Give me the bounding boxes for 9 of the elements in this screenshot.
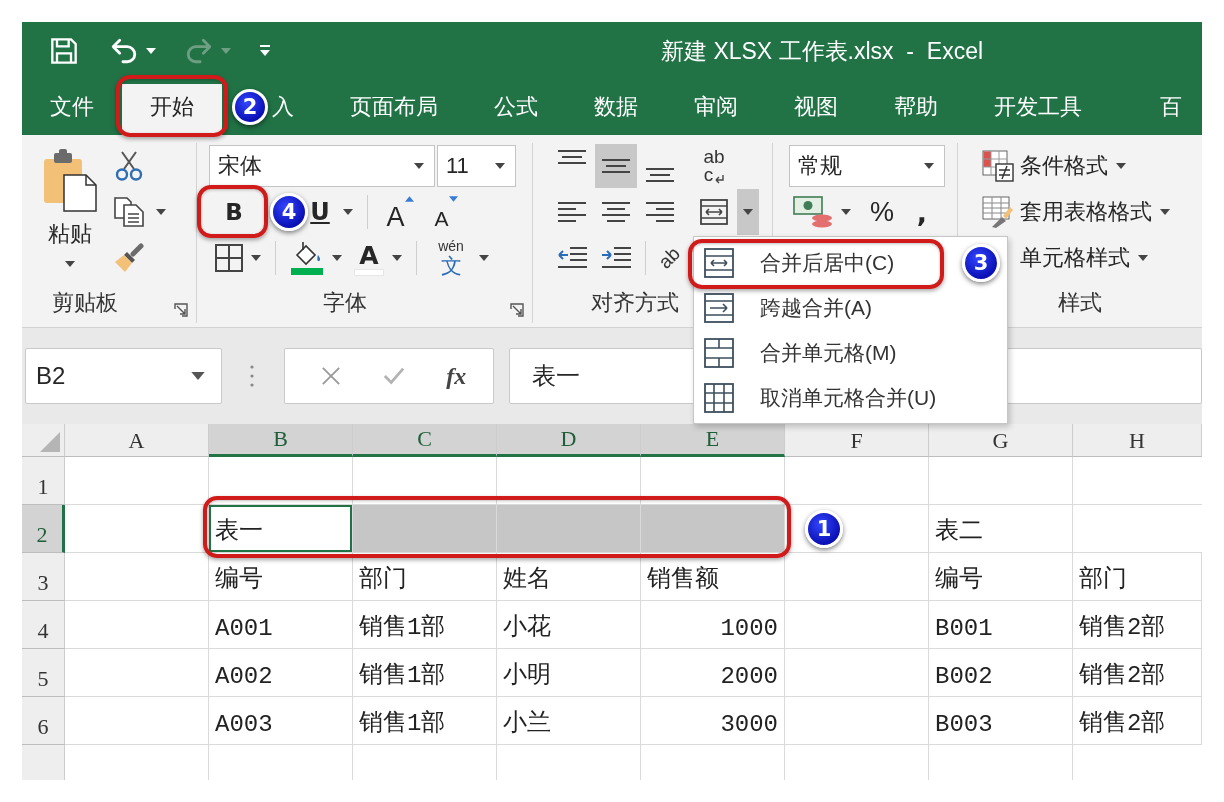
group-label: 样式 bbox=[1058, 289, 1102, 317]
group-label: 字体 bbox=[322, 289, 367, 317]
step-badge: 3 bbox=[962, 244, 1000, 282]
step-badge: 4 bbox=[270, 193, 308, 231]
step-badge: 2 bbox=[232, 89, 268, 125]
window-title: 新建 XLSX 工作表.xlsx - Excel bbox=[661, 36, 984, 66]
group-label: 剪贴板 bbox=[52, 289, 118, 317]
step-badge: 1 bbox=[805, 510, 843, 548]
group-label: 对齐方式 bbox=[590, 289, 679, 317]
